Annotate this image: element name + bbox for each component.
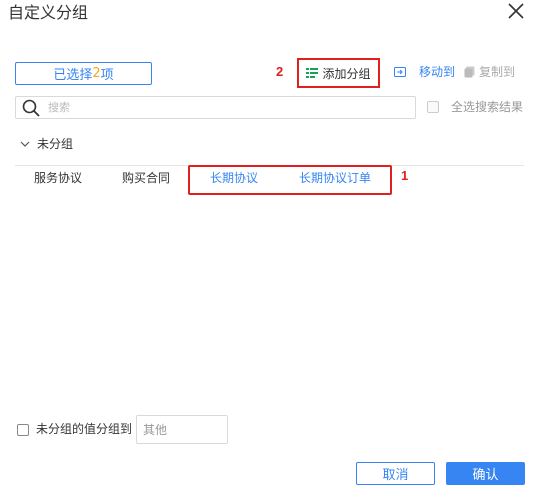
selected-count-button[interactable]: 已选择 2 项	[15, 62, 152, 85]
chevron-down-icon[interactable]	[20, 140, 30, 148]
annotation-mark-1: 1	[401, 168, 409, 183]
add-group-button[interactable]: 添加分组	[297, 58, 380, 88]
ungroup-label: 未分组的值分组到	[36, 422, 133, 436]
group-item[interactable]: 购买合同	[122, 171, 170, 185]
search-box[interactable]	[15, 96, 416, 119]
selection-highlight-box	[188, 165, 392, 195]
selected-count: 2	[92, 66, 101, 81]
add-group-label: 添加分组	[322, 66, 371, 81]
selected-suffix: 项	[100, 68, 114, 83]
move-to-button[interactable]: 移动到	[419, 65, 455, 79]
copy-to-button: 复制到	[479, 65, 516, 79]
copy-to-icon	[464, 66, 475, 78]
selected-prefix: 已选择	[53, 68, 93, 83]
add-group-icon	[306, 68, 319, 78]
group-item[interactable]: 服务协议	[34, 171, 82, 185]
annotation-mark-2: 2	[276, 64, 284, 79]
cancel-button[interactable]: 取消	[356, 462, 435, 485]
search-icon	[22, 99, 40, 117]
search-input[interactable]	[48, 101, 398, 114]
select-all-label: 全选搜索结果	[451, 100, 524, 114]
select-all-checkbox[interactable]	[427, 101, 439, 113]
dialog-title: 自定义分组	[8, 3, 89, 22]
move-to-icon[interactable]	[394, 66, 406, 78]
close-icon[interactable]	[507, 2, 525, 20]
confirm-button[interactable]: 确认	[446, 462, 525, 485]
group-name[interactable]: 未分组	[37, 137, 73, 151]
ungroup-checkbox[interactable]	[17, 424, 29, 436]
other-group-input[interactable]: 其他	[136, 415, 228, 444]
